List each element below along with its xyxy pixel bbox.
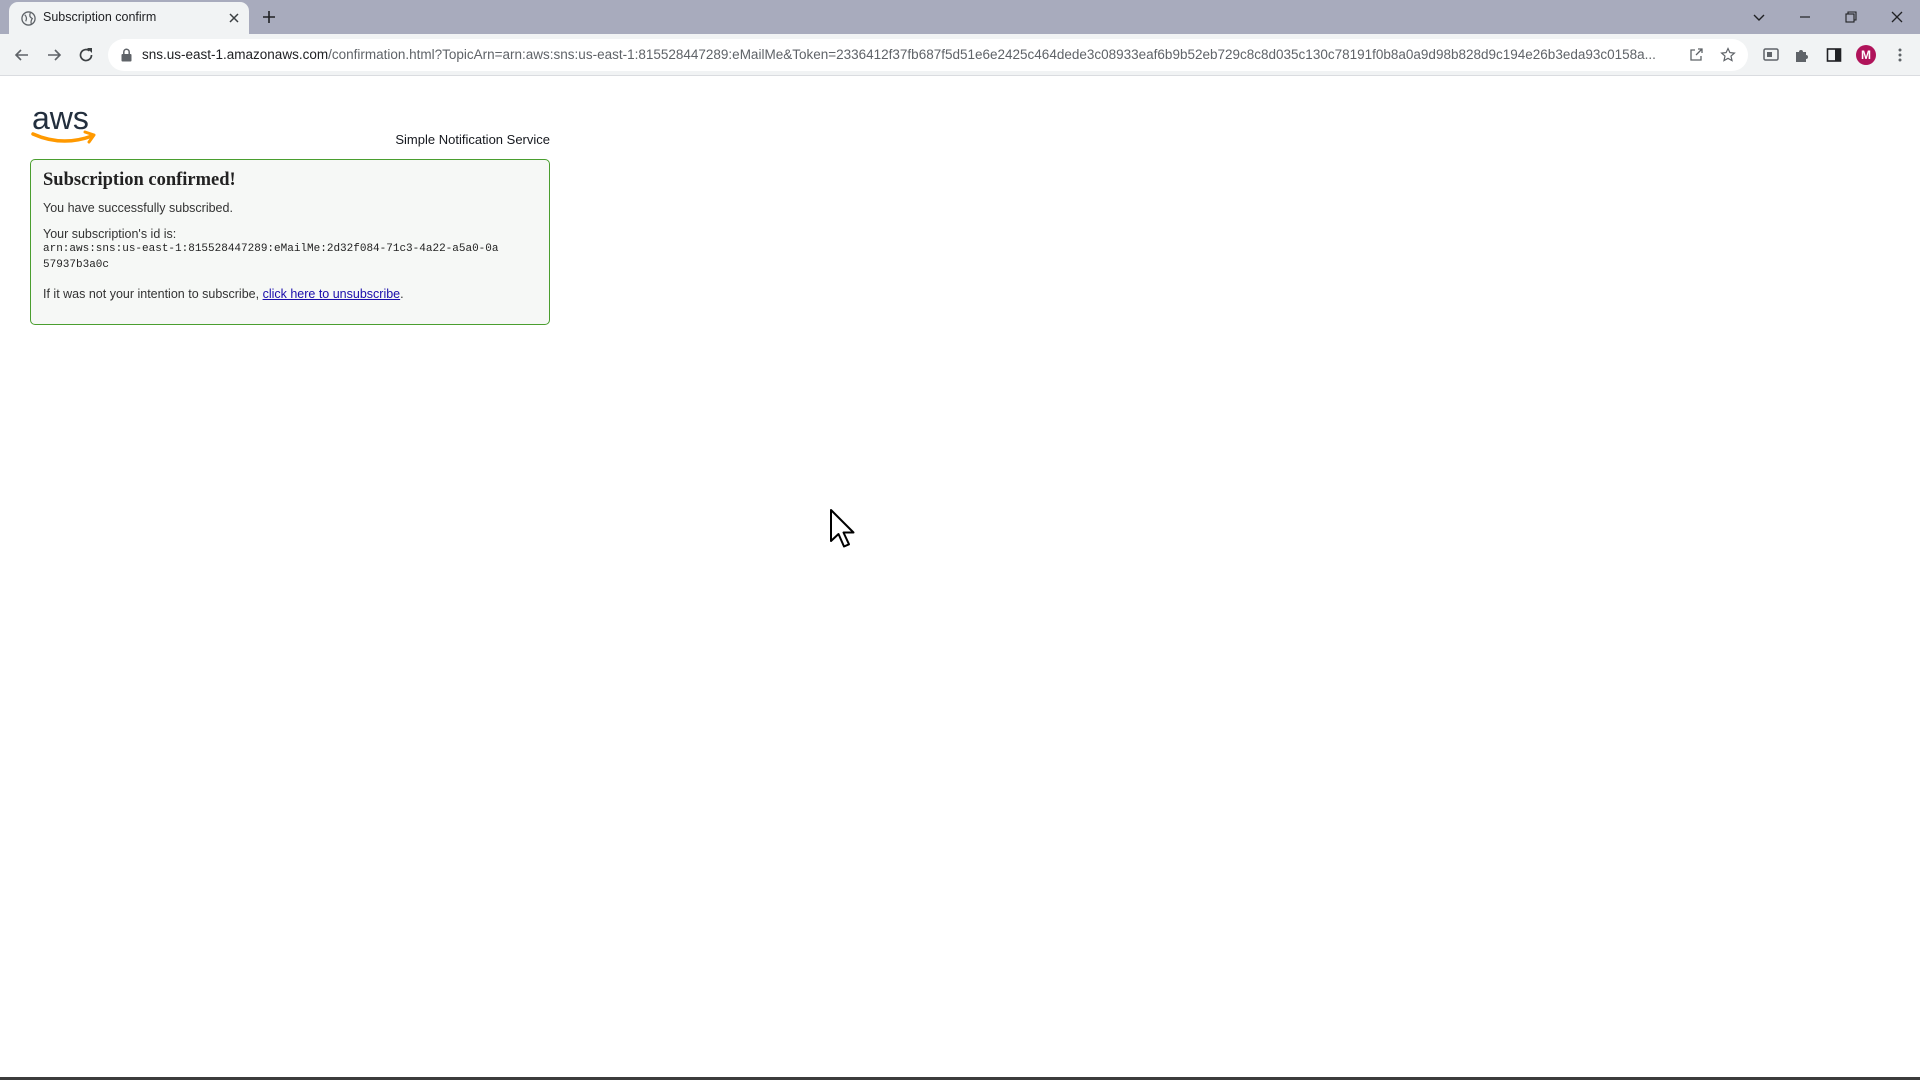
profile-avatar[interactable]: M	[1856, 45, 1876, 65]
back-arrow-icon[interactable]	[12, 45, 32, 65]
page-content: aws Simple Notification Service Subscrip…	[0, 77, 1920, 1077]
forward-arrow-icon[interactable]	[44, 45, 64, 65]
url-path: /confirmation.html?TopicArn=arn:aws:sns:…	[328, 47, 1656, 62]
svg-text:aws: aws	[32, 101, 89, 136]
close-window-icon[interactable]	[1886, 6, 1908, 28]
lock-icon[interactable]	[120, 48, 133, 62]
browser-tabstrip: Subscription confirm	[0, 0, 1920, 34]
side-panel-icon[interactable]	[1825, 46, 1843, 64]
bookmark-star-icon[interactable]	[1720, 47, 1736, 63]
restore-icon[interactable]	[1840, 6, 1862, 28]
success-message: You have successfully subscribed.	[43, 201, 233, 215]
unsubscribe-suffix: .	[400, 287, 404, 301]
mouse-cursor-icon	[830, 509, 855, 548]
aws-logo: aws	[31, 101, 96, 144]
subscription-id-label: Your subscription's id is:	[43, 227, 177, 241]
minimize-icon[interactable]	[1794, 6, 1816, 28]
url-text[interactable]: sns.us-east-1.amazonaws.com/confirmation…	[142, 47, 1682, 62]
service-name: Simple Notification Service	[395, 132, 550, 147]
confirmation-panel: Subscription confirmed! You have success…	[30, 159, 550, 325]
url-host: sns.us-east-1.amazonaws.com	[142, 47, 329, 62]
address-bar[interactable]: sns.us-east-1.amazonaws.com/confirmation…	[108, 39, 1748, 71]
new-tab-icon[interactable]	[260, 8, 278, 26]
browser-toolbar: sns.us-east-1.amazonaws.com/confirmation…	[0, 34, 1920, 76]
share-icon[interactable]	[1688, 47, 1704, 63]
more-menu-icon[interactable]	[1891, 46, 1909, 64]
tab-search-icon[interactable]	[1748, 6, 1770, 28]
close-tab-icon[interactable]	[227, 11, 241, 25]
browser-tab[interactable]: Subscription confirm	[9, 2, 249, 34]
confirmation-title: Subscription confirmed!	[43, 170, 236, 190]
subscription-id-value: arn:aws:sns:us-east-1:815528447289:eMail…	[43, 243, 499, 271]
globe-icon	[21, 11, 36, 26]
unsubscribe-line: If it was not your intention to subscrib…	[43, 287, 537, 301]
unsubscribe-prefix: If it was not your intention to subscrib…	[43, 287, 263, 301]
extension-app-icon[interactable]	[1762, 46, 1780, 64]
reload-icon[interactable]	[76, 45, 96, 65]
tab-title: Subscription confirm	[43, 10, 157, 24]
puzzle-extensions-icon[interactable]	[1793, 46, 1811, 64]
unsubscribe-link[interactable]: click here to unsubscribe	[263, 287, 401, 301]
